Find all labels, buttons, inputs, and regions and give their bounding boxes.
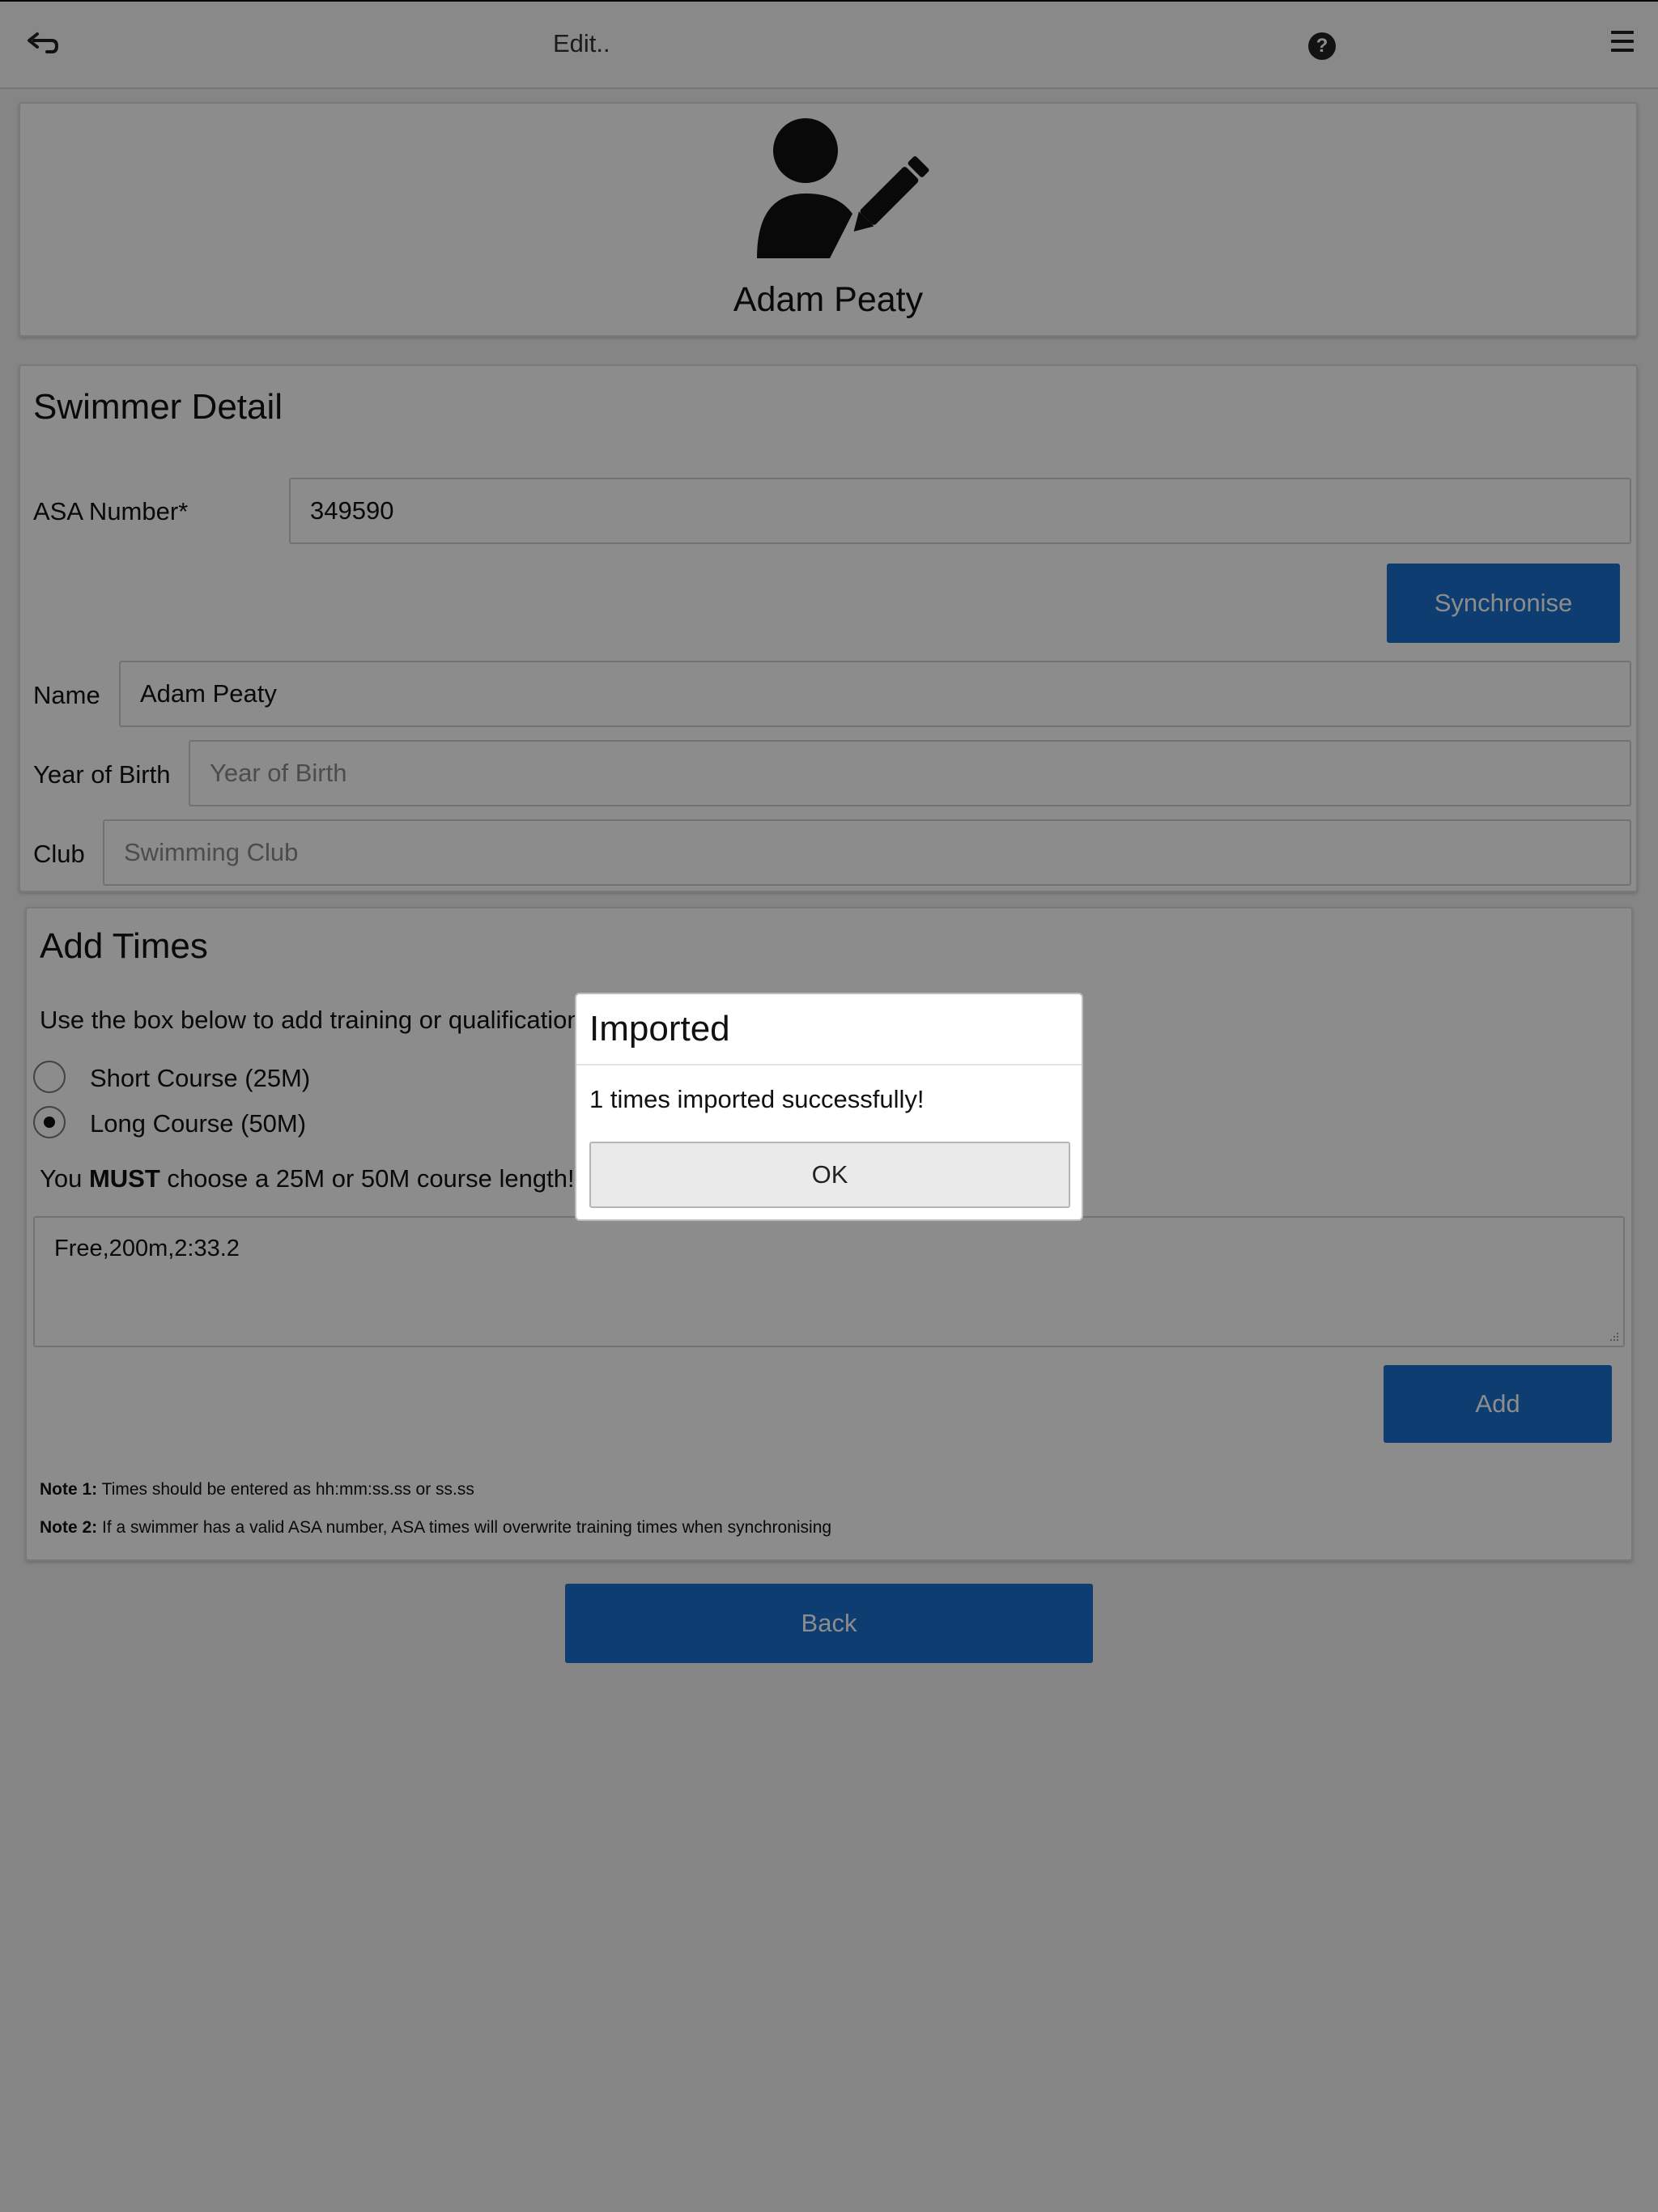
dialog-message: 1 times imported successfully!: [589, 1085, 925, 1113]
dialog-divider: [576, 1064, 1082, 1066]
ok-button[interactable]: OK: [589, 1142, 1070, 1208]
dialog-title: Imported: [589, 1009, 730, 1049]
import-dialog: Imported 1 times imported successfully! …: [575, 993, 1083, 1221]
